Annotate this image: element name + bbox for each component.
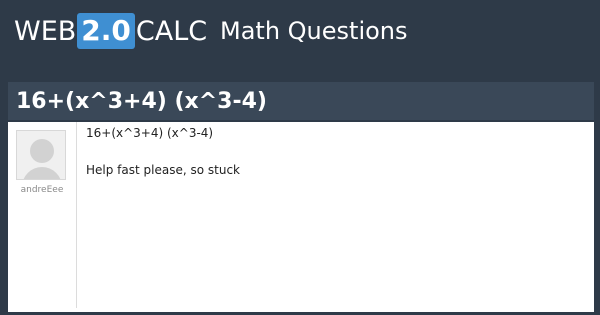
- question-body-line: Help fast please, so stuck: [86, 163, 240, 177]
- avatar-placeholder-icon[interactable]: [16, 130, 66, 180]
- username[interactable]: andreEee: [8, 185, 76, 195]
- question-body: 16+(x^3+4) (x^3-4) Help fast please, so …: [86, 126, 586, 178]
- logo-calc-text: CALC: [135, 15, 208, 47]
- avatar-body-shape: [22, 167, 62, 179]
- logo-web-text: WEB: [14, 15, 77, 47]
- site-header: WEB 2.0 CALC Math Questions: [0, 0, 600, 62]
- user-column: andreEee: [8, 122, 77, 308]
- question-body-line: 16+(x^3+4) (x^3-4): [86, 126, 214, 140]
- avatar-head-shape: [30, 139, 54, 163]
- question-card: andreEee 16+(x^3+4) (x^3-4) Help fast pl…: [8, 122, 594, 312]
- logo-version-badge: 2.0: [77, 13, 135, 49]
- section-title[interactable]: Math Questions: [220, 13, 408, 49]
- question-title-bar: 16+(x^3+4) (x^3-4): [8, 82, 594, 120]
- site-logo[interactable]: WEB 2.0 CALC: [14, 13, 207, 49]
- question-title: 16+(x^3+4) (x^3-4): [16, 88, 267, 114]
